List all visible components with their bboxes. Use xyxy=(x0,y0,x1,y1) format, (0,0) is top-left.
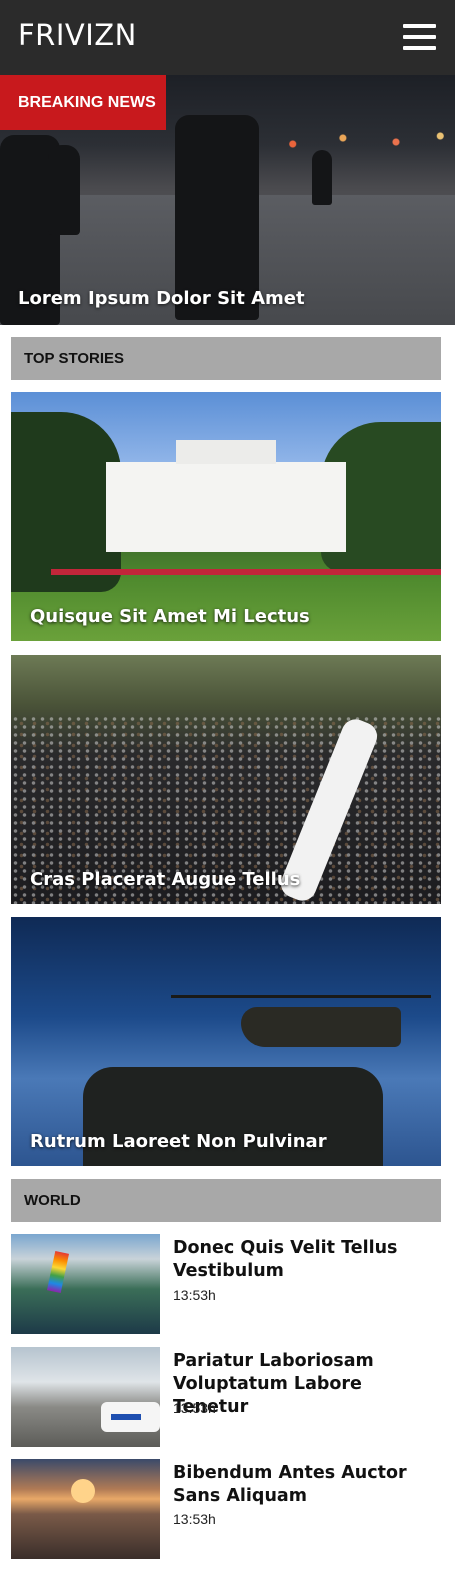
article-time: 13:53h xyxy=(173,1400,216,1416)
story-title[interactable]: Cras Placerat Augue Tellus xyxy=(30,869,300,890)
article-thumbnail[interactable] xyxy=(11,1347,160,1447)
article-time: 13:53h xyxy=(173,1287,216,1303)
article-title[interactable]: Bibendum Antes Auctor Sans Aliquam xyxy=(173,1462,441,1508)
world-list-item[interactable]: Donec Quis Velit Tellus Vestibulum 13:53… xyxy=(11,1234,441,1334)
section-heading-world: WORLD xyxy=(11,1179,441,1222)
officer-figure xyxy=(48,145,80,235)
story-title[interactable]: Quisque Sit Amet Mi Lectus xyxy=(30,606,310,627)
story-card[interactable]: Rutrum Laoreet Non Pulvinar xyxy=(11,917,441,1166)
section-heading-label: TOP STORIES xyxy=(24,350,125,367)
police-car xyxy=(101,1402,160,1432)
helicopter-rotor xyxy=(171,995,431,998)
article-title[interactable]: Donec Quis Velit Tellus Vestibulum xyxy=(173,1237,441,1283)
sunset xyxy=(71,1479,95,1503)
world-list-item[interactable]: Pariatur Laboriosam Voluptatum Labore Te… xyxy=(11,1347,441,1447)
article-time: 13:53h xyxy=(173,1511,216,1527)
story-title[interactable]: Rutrum Laoreet Non Pulvinar xyxy=(30,1131,327,1152)
article-thumbnail[interactable] xyxy=(11,1459,160,1559)
site-header: FRIVIZN xyxy=(0,0,455,75)
section-heading-label: WORLD xyxy=(24,1192,81,1209)
site-logo[interactable]: FRIVIZN xyxy=(18,18,137,52)
breaking-news-badge: BREAKING NEWS xyxy=(0,75,166,130)
section-heading-top-stories: TOP STORIES xyxy=(11,337,441,380)
trees xyxy=(11,412,121,592)
story-card[interactable]: Cras Placerat Augue Tellus xyxy=(11,655,441,904)
hamburger-menu-icon[interactable] xyxy=(403,24,436,50)
article-thumbnail[interactable] xyxy=(11,1234,160,1334)
world-list-item[interactable]: Bibendum Antes Auctor Sans Aliquam 13:53… xyxy=(11,1459,441,1559)
hero-headline[interactable]: Lorem Ipsum Dolor Sit Amet xyxy=(18,288,305,309)
story-card[interactable]: Quisque Sit Amet Mi Lectus xyxy=(11,392,441,641)
white-house xyxy=(106,440,346,552)
flower-bed xyxy=(51,569,441,575)
officer-figure xyxy=(312,150,332,205)
rainbow-flag xyxy=(46,1250,70,1294)
helicopter xyxy=(241,1007,401,1047)
